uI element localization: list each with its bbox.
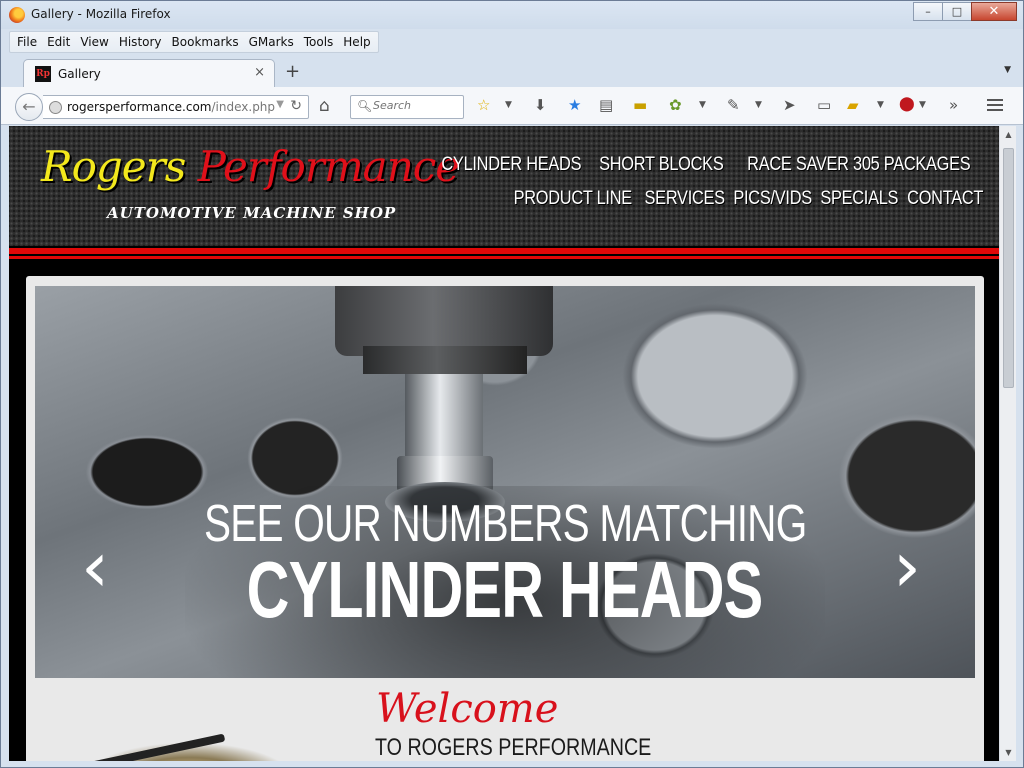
nav-services[interactable]: SERVICES [644,188,725,210]
machine-tool-collar [363,346,527,374]
adblock-icon[interactable]: ⬤ [899,96,915,112]
window-title: Gallery - Mozilla Firefox [31,7,171,21]
nav-short-blocks[interactable]: SHORT BLOCKS [599,154,724,176]
page-scrollbar[interactable]: ▲ ▼ [999,126,1016,761]
minimize-icon: – [925,5,931,18]
logo-performance: Performance [197,142,461,191]
url-bar[interactable]: rogersperformance.com/index.php ▼ ↻ [43,95,309,119]
site-logo[interactable]: Rogers Performance [41,142,461,191]
window-controls: – □ ✕ [913,2,1017,21]
printer-icon[interactable]: ▭ [817,96,831,114]
menu-gmarks[interactable]: GMarks [244,32,299,52]
menu-bar: File Edit View History Bookmarks GMarks … [9,31,379,53]
back-arrow-icon: ← [22,97,36,116]
nav-cylinder-heads[interactable]: CYLINDER HEADS [442,154,582,176]
content-panel: SEE OUR NUMBERS MATCHING CYLINDER HEADS … [26,276,984,761]
logo-rogers: Rogers [41,142,186,191]
menu-hamburger-icon[interactable] [987,99,1003,114]
reading-list-icon[interactable]: ▤ [599,96,613,114]
tab-close-icon[interactable]: × [254,65,265,80]
firefox-icon [9,7,25,23]
machine-spindle [405,374,483,464]
extension-dropdown-icon[interactable]: ▼ [699,100,706,110]
url-path: /index.php [211,100,276,114]
scroll-down-icon[interactable]: ▼ [1000,748,1017,757]
menu-view[interactable]: View [75,32,113,52]
send-icon[interactable]: ➤ [783,96,796,114]
overflow-chevron-icon[interactable]: » [949,96,958,114]
bookmark-star-icon[interactable]: ☆ [477,96,490,114]
nav-contact[interactable]: CONTACT [907,188,983,210]
adblock-dropdown-icon[interactable]: ▼ [919,100,926,110]
url-dropdown-icon[interactable]: ▼ [276,99,284,110]
search-box[interactable]: 🔍︎ [350,95,464,119]
nav-row-1: CYLINDER HEADS SHORT BLOCKS RACE SAVER 3… [442,154,987,176]
eyedropper-icon[interactable]: ✎ [727,96,740,114]
slider-next-icon[interactable]: › [893,526,921,608]
logo-tagline: AUTOMOTIVE MACHINE SHOP [107,204,397,222]
menu-help[interactable]: Help [338,32,375,52]
hero-slider: SEE OUR NUMBERS MATCHING CYLINDER HEADS … [35,286,975,678]
new-tab-button[interactable]: + [285,61,300,82]
toolbar-extension-icon[interactable]: ▬ [633,96,647,114]
search-input[interactable] [373,99,459,112]
site-nav: CYLINDER HEADS SHORT BLOCKS RACE SAVER 3… [442,154,987,210]
scroll-up-icon[interactable]: ▲ [1000,130,1017,139]
slider-prev-icon[interactable]: ‹ [81,526,109,608]
tab-list-dropdown-icon[interactable]: ▼ [1004,65,1011,75]
download-icon[interactable]: ⬇ [534,96,547,114]
header-red-stripe-thin [9,256,999,259]
menu-tools[interactable]: Tools [299,32,339,52]
close-icon: ✕ [988,4,1000,19]
welcome-heading: Welcome [376,686,559,732]
tab-gallery[interactable]: Rp Gallery × [23,59,275,87]
folder-icon[interactable]: ▰ [847,96,859,114]
menu-history[interactable]: History [114,32,167,52]
bookmarks-menu-icon[interactable]: ★ [568,96,581,114]
folder-dropdown-icon[interactable]: ▼ [877,100,884,110]
header-red-stripe [9,248,999,254]
browser-window: Gallery - Mozilla Firefox – □ ✕ File Edi… [0,0,1024,768]
reload-icon[interactable]: ↻ [290,98,302,114]
page-viewport: Rogers Performance AUTOMOTIVE MACHINE SH… [9,126,999,761]
navigation-toolbar: rogersperformance.com/index.php ▼ ↻ ← ⌂ … [1,87,1023,125]
hero-caption-line2: CYLINDER HEADS [247,545,764,634]
close-button[interactable]: ✕ [971,2,1017,21]
maximize-icon: □ [951,5,963,18]
minimize-button[interactable]: – [913,2,943,21]
back-button[interactable]: ← [15,93,43,121]
url-text: rogersperformance.com/index.php [67,100,275,114]
site-header: Rogers Performance AUTOMOTIVE MACHINE SH… [9,126,999,246]
nav-product-line[interactable]: PRODUCT LINE [514,188,633,210]
menu-edit[interactable]: Edit [42,32,75,52]
tab-strip: Rp Gallery × + ▼ [1,55,1023,87]
search-icon: 🔍︎ [357,99,373,113]
tab-label: Gallery [58,67,101,81]
engine-image [46,726,306,761]
title-bar: Gallery - Mozilla Firefox – □ ✕ [1,1,1023,29]
bookmark-dropdown-icon[interactable]: ▼ [505,100,512,110]
scrollbar-thumb[interactable] [1003,148,1014,388]
home-icon[interactable]: ⌂ [319,96,330,116]
eyedropper-dropdown-icon[interactable]: ▼ [755,100,762,110]
menu-bookmarks[interactable]: Bookmarks [167,32,244,52]
nav-pics-vids[interactable]: PICS/VIDS [733,188,812,210]
gear-extension-icon[interactable]: ✿ [669,96,682,114]
nav-row-2: PRODUCT LINE SERVICES PICS/VIDS SPECIALS… [477,188,987,210]
nav-specials[interactable]: SPECIALS [820,188,898,210]
site-favicon-icon: Rp [35,66,51,82]
menu-file[interactable]: File [12,32,42,52]
globe-icon [49,101,62,114]
url-host: rogersperformance.com [67,100,212,114]
welcome-subheading: TO ROGERS PERFORMANCE [375,734,652,761]
nav-race-saver[interactable]: RACE SAVER 305 PACKAGES [748,154,971,176]
maximize-button[interactable]: □ [942,2,972,21]
